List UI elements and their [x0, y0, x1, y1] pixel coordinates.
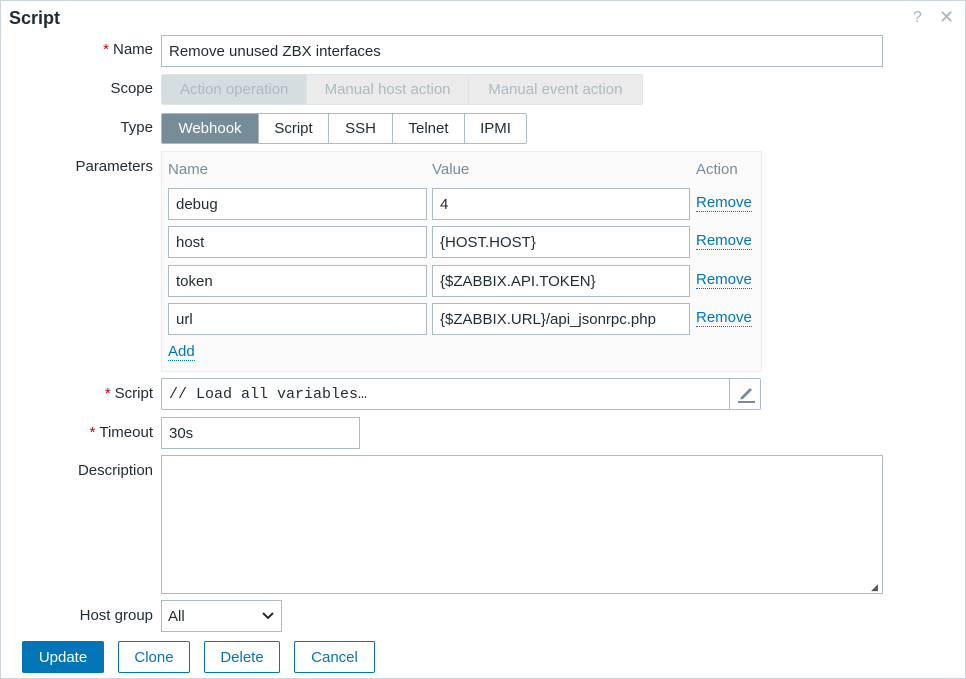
name-input[interactable]: Remove unused ZBX interfaces	[161, 35, 883, 67]
help-icon[interactable]: ?	[913, 9, 922, 27]
param-name-input[interactable]: debug	[168, 188, 427, 220]
chevron-down-icon	[262, 612, 274, 620]
remove-param-link[interactable]: Remove	[696, 195, 752, 212]
remove-param-link[interactable]: Remove	[696, 272, 752, 289]
hostgroup-select[interactable]: All	[161, 600, 282, 632]
timeout-input[interactable]: 30s	[161, 417, 360, 449]
update-button[interactable]: Update	[22, 641, 104, 673]
hostgroup-label: Host group	[80, 607, 153, 624]
type-telnet[interactable]: Telnet	[393, 114, 465, 143]
description-label: Description	[78, 462, 153, 479]
script-dialog: Script ? ✕ *Name Remove unused ZBX inter…	[0, 0, 966, 679]
name-label: *Name	[103, 41, 153, 58]
description-textarea[interactable]	[161, 455, 883, 594]
type-label: Type	[120, 119, 153, 136]
delete-button[interactable]: Delete	[204, 641, 280, 673]
type-webhook[interactable]: Webhook	[162, 114, 259, 143]
scope-label: Scope	[110, 80, 153, 97]
scope-manual-event-action[interactable]: Manual event action	[469, 75, 642, 104]
col-header-action: Action	[696, 161, 738, 178]
param-name-input[interactable]: url	[168, 303, 427, 335]
remove-param-link[interactable]: Remove	[696, 233, 752, 250]
scope-action-operation[interactable]: Action operation	[162, 75, 307, 104]
param-value-input[interactable]: {HOST.HOST}	[432, 226, 690, 258]
param-value-input[interactable]: {$ZABBIX.API.TOKEN}	[432, 265, 690, 297]
add-param-link[interactable]: Add	[168, 344, 195, 361]
clone-button[interactable]: Clone	[118, 641, 190, 673]
dialog-title: Script	[9, 8, 60, 29]
script-label: *Script	[105, 385, 153, 402]
scope-selector: Action operation Manual host action Manu…	[161, 74, 643, 105]
col-header-name: Name	[168, 161, 208, 178]
resize-handle-icon[interactable]: ◢	[871, 582, 878, 593]
type-ipmi[interactable]: IPMI	[465, 114, 526, 143]
remove-param-link[interactable]: Remove	[696, 310, 752, 327]
type-selector: Webhook Script SSH Telnet IPMI	[161, 113, 527, 144]
type-script[interactable]: Script	[259, 114, 329, 143]
script-input[interactable]: // Load all variables…	[161, 378, 761, 410]
pencil-icon	[736, 384, 756, 404]
close-icon[interactable]: ✕	[939, 7, 954, 28]
param-value-input[interactable]: 4	[432, 188, 690, 220]
edit-script-button[interactable]	[729, 378, 761, 410]
timeout-label: *Timeout	[90, 424, 153, 441]
scope-manual-host-action[interactable]: Manual host action	[307, 75, 468, 104]
parameters-table	[161, 151, 762, 372]
param-name-input[interactable]: token	[168, 265, 427, 297]
cancel-button[interactable]: Cancel	[294, 641, 375, 673]
param-value-input[interactable]: {$ZABBIX.URL}/api_jsonrpc.php	[432, 303, 690, 335]
col-header-value: Value	[432, 161, 469, 178]
parameters-label: Parameters	[75, 158, 153, 175]
param-name-input[interactable]: host	[168, 226, 427, 258]
type-ssh[interactable]: SSH	[329, 114, 393, 143]
